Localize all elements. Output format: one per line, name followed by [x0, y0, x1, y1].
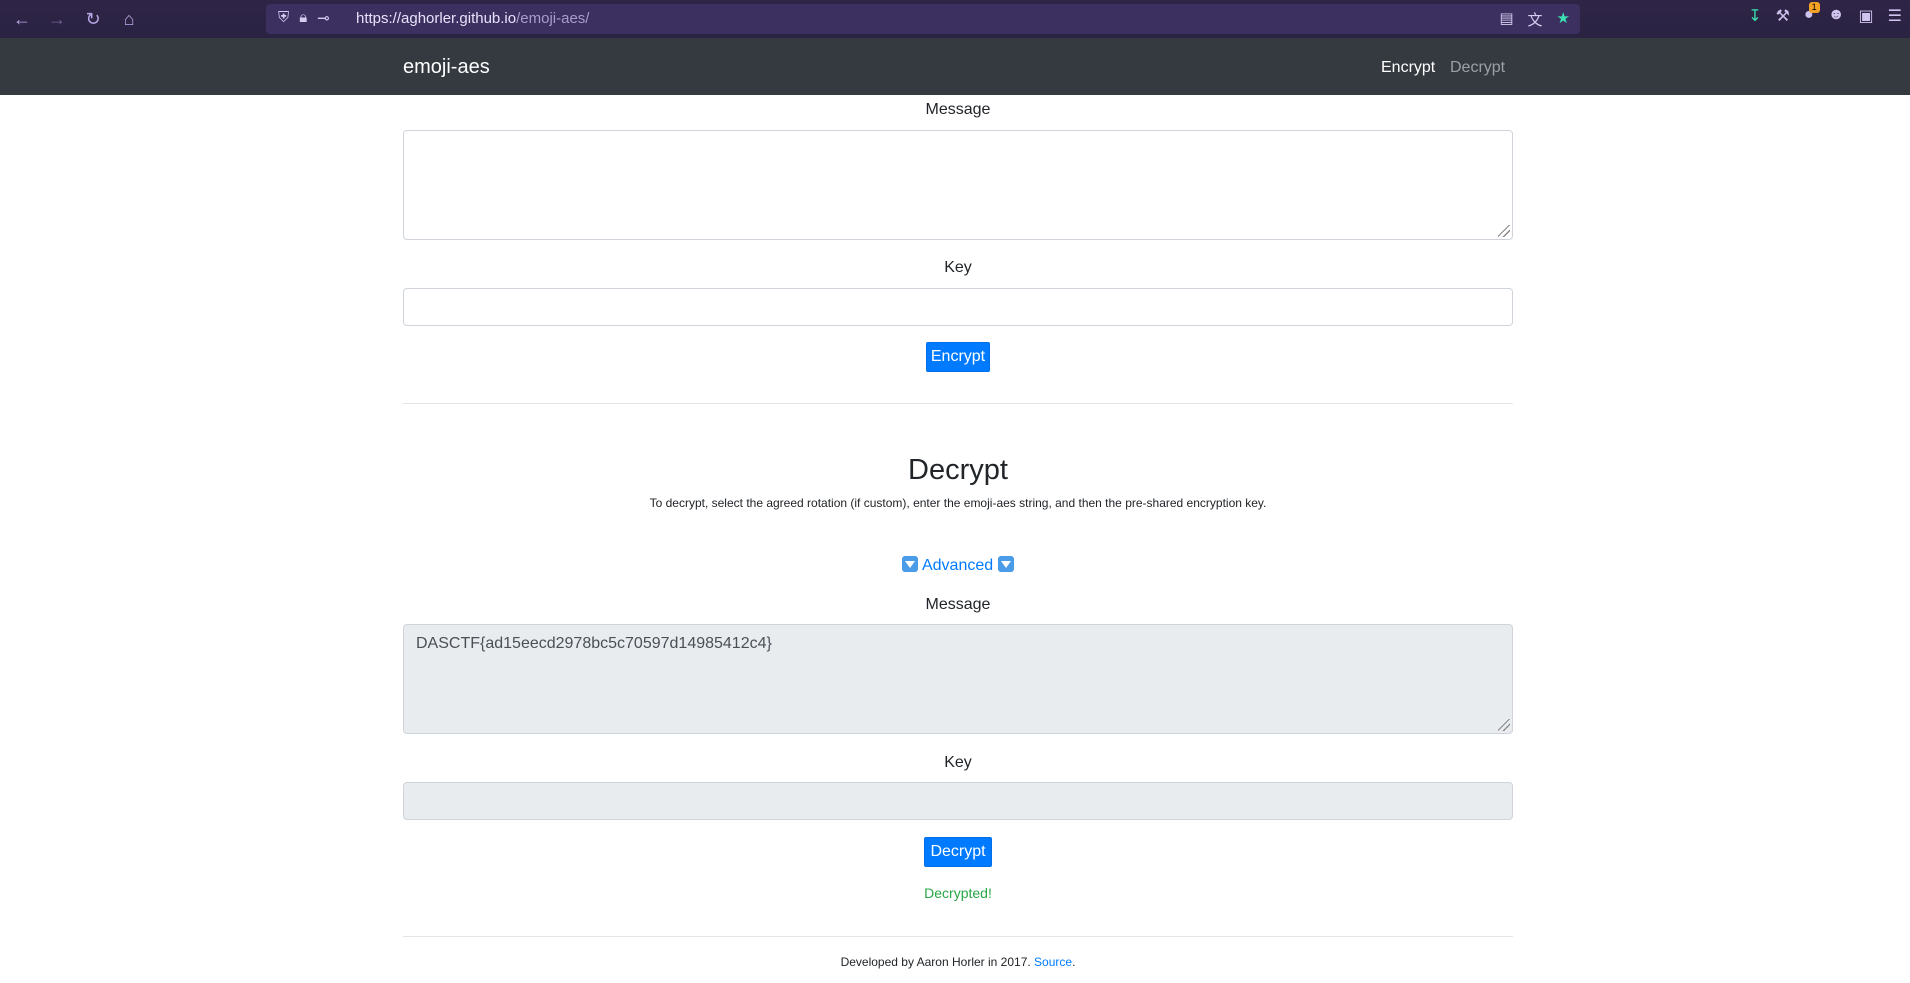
nav-decrypt[interactable]: Decrypt [1450, 59, 1505, 77]
resize-grip-icon[interactable] [1498, 719, 1510, 731]
download-icon[interactable]: ↧ [1748, 6, 1761, 26]
decrypt-heading: Decrypt [908, 454, 1008, 486]
footer-text: Developed by Aaron Horler in 2017. [840, 955, 1031, 969]
forward-icon[interactable]: → [43, 5, 71, 33]
source-link[interactable]: Source [1034, 955, 1072, 969]
back-icon[interactable]: ← [8, 5, 36, 33]
advanced-toggle[interactable]: Advanced [403, 556, 1513, 575]
footer-suffix: . [1072, 955, 1076, 969]
encrypt-key-input[interactable] [403, 288, 1513, 326]
resize-grip-icon[interactable] [1498, 225, 1510, 237]
extension-badge-count: 1 [1808, 2, 1820, 13]
decrypt-message-textarea[interactable]: DASCTF{ad15eecd2978bc5c70597d14985412c4} [403, 624, 1513, 734]
encrypt-key-label: Key [944, 259, 972, 276]
decrypt-status: Decrypted! [924, 885, 992, 901]
nav-encrypt[interactable]: Encrypt [1381, 59, 1435, 77]
encrypt-button[interactable]: Encrypt [926, 342, 990, 372]
home-icon[interactable]: ⌂ [115, 5, 143, 33]
browser-toolbar: ← → ↻ ⌂ ⛨ 🔒︎ ⊸ https://aghorler.github.i… [0, 0, 1910, 39]
shield-icon[interactable]: ⛨ [278, 9, 289, 27]
lock-icon[interactable]: 🔒︎ [299, 9, 307, 27]
encrypt-message-label: Message [925, 101, 991, 118]
url-text[interactable]: https://aghorler.github.io/emoji-aes/ [356, 10, 589, 27]
decrypt-key-label: Key [944, 754, 972, 771]
reader-view-icon[interactable]: ▤ [1499, 9, 1513, 30]
decrypt-message-label: Message [925, 596, 991, 613]
footer-divider [403, 936, 1513, 937]
down-triangle-icon [997, 556, 1014, 572]
menu-icon[interactable]: ☰ [1888, 6, 1902, 26]
decrypt-message-value: DASCTF{ad15eecd2978bc5c70597d14985412c4} [416, 635, 772, 652]
avatar-icon[interactable]: ☻ [1828, 6, 1845, 26]
site-navbar: emoji-aes Encrypt Decrypt [0, 38, 1910, 95]
key-icon[interactable]: ⊸ [317, 9, 330, 27]
decrypt-button[interactable]: Decrypt [924, 837, 992, 867]
extensions-icon[interactable]: ⚒ [1776, 6, 1790, 26]
decrypt-key-input[interactable] [403, 782, 1513, 820]
advanced-label: Advanced [921, 557, 994, 574]
extension-badge-icon[interactable]: ● 1 [1804, 2, 1820, 26]
divider [403, 403, 1513, 404]
url-bar[interactable]: ⛨ 🔒︎ ⊸ https://aghorler.github.io/emoji-… [266, 4, 1580, 34]
encrypt-message-textarea[interactable] [403, 130, 1513, 240]
container-icon[interactable]: ▣ [1859, 6, 1874, 26]
brand[interactable]: emoji-aes [403, 56, 490, 79]
translate-icon[interactable]: 文 [1528, 9, 1543, 30]
reload-icon[interactable]: ↻ [79, 5, 107, 33]
footer: Developed by Aaron Horler in 2017. Sourc… [403, 955, 1513, 969]
bookmark-star-icon[interactable]: ★ [1557, 9, 1570, 30]
down-triangle-icon [902, 556, 919, 572]
decrypt-help-text: To decrypt, select the agreed rotation (… [649, 496, 1267, 510]
